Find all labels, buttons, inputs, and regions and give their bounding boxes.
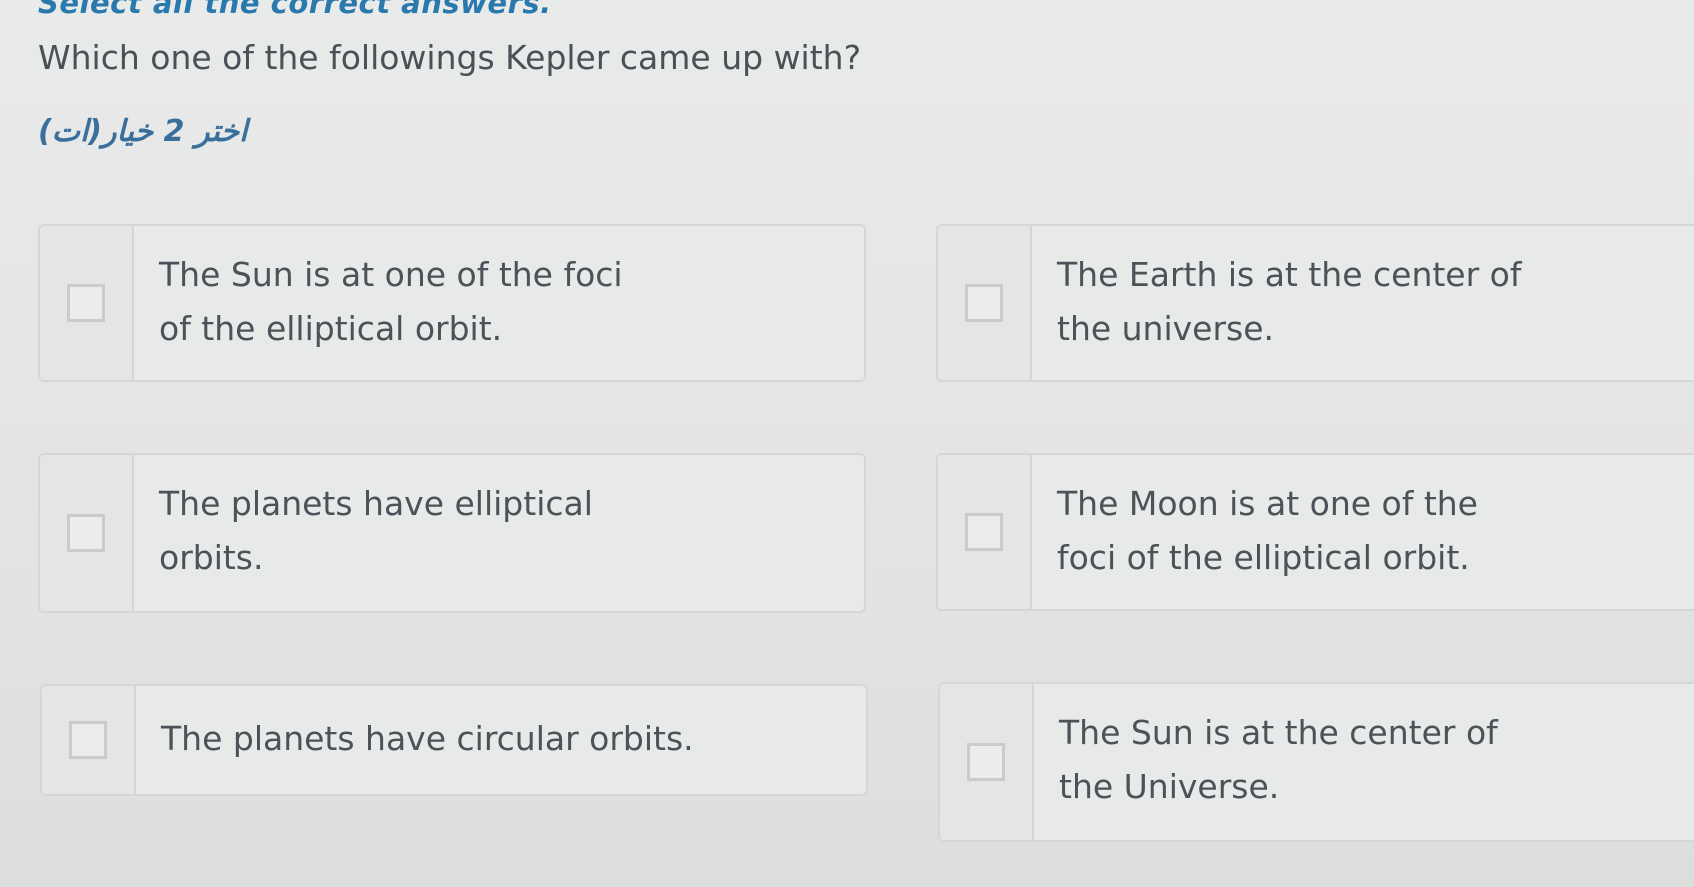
answer-option-6[interactable]: The Sun is at the center of the Universe… (938, 682, 1694, 842)
option-label: The Sun is at one of the foci of the ell… (134, 226, 864, 380)
checkbox-cell[interactable] (940, 684, 1034, 840)
answer-option-4[interactable]: The Moon is at one of the foci of the el… (936, 453, 1694, 611)
checkbox-5[interactable] (69, 721, 107, 759)
answer-option-1[interactable]: The Sun is at one of the foci of the ell… (38, 224, 866, 382)
answer-option-5[interactable]: The planets have circular orbits. (40, 684, 868, 796)
option-label: The Earth is at the center of the univer… (1032, 226, 1694, 380)
option-label: The planets have circular orbits. (136, 686, 866, 794)
checkbox-3[interactable] (67, 514, 105, 552)
selection-hint: اختر 2 خيار(ات) (38, 114, 248, 149)
answer-option-2[interactable]: The Earth is at the center of the univer… (936, 224, 1694, 382)
option-label: The Sun is at the center of the Universe… (1034, 684, 1694, 840)
instruction-text: Select all the correct answers. (38, 0, 552, 20)
question-text: Which one of the followings Kepler came … (38, 38, 862, 77)
checkbox-cell[interactable] (40, 226, 134, 380)
option-label: The Moon is at one of the foci of the el… (1032, 455, 1694, 609)
checkbox-cell[interactable] (40, 455, 134, 611)
checkbox-4[interactable] (965, 513, 1003, 551)
checkbox-2[interactable] (965, 284, 1003, 322)
checkbox-1[interactable] (67, 284, 105, 322)
checkbox-cell[interactable] (938, 455, 1032, 609)
checkbox-6[interactable] (967, 743, 1005, 781)
option-label: The planets have elliptical orbits. (134, 455, 864, 611)
checkbox-cell[interactable] (938, 226, 1032, 380)
answer-option-3[interactable]: The planets have elliptical orbits. (38, 453, 866, 613)
quiz-page: Select all the correct answers. Which on… (0, 0, 1694, 887)
checkbox-cell[interactable] (42, 686, 136, 794)
